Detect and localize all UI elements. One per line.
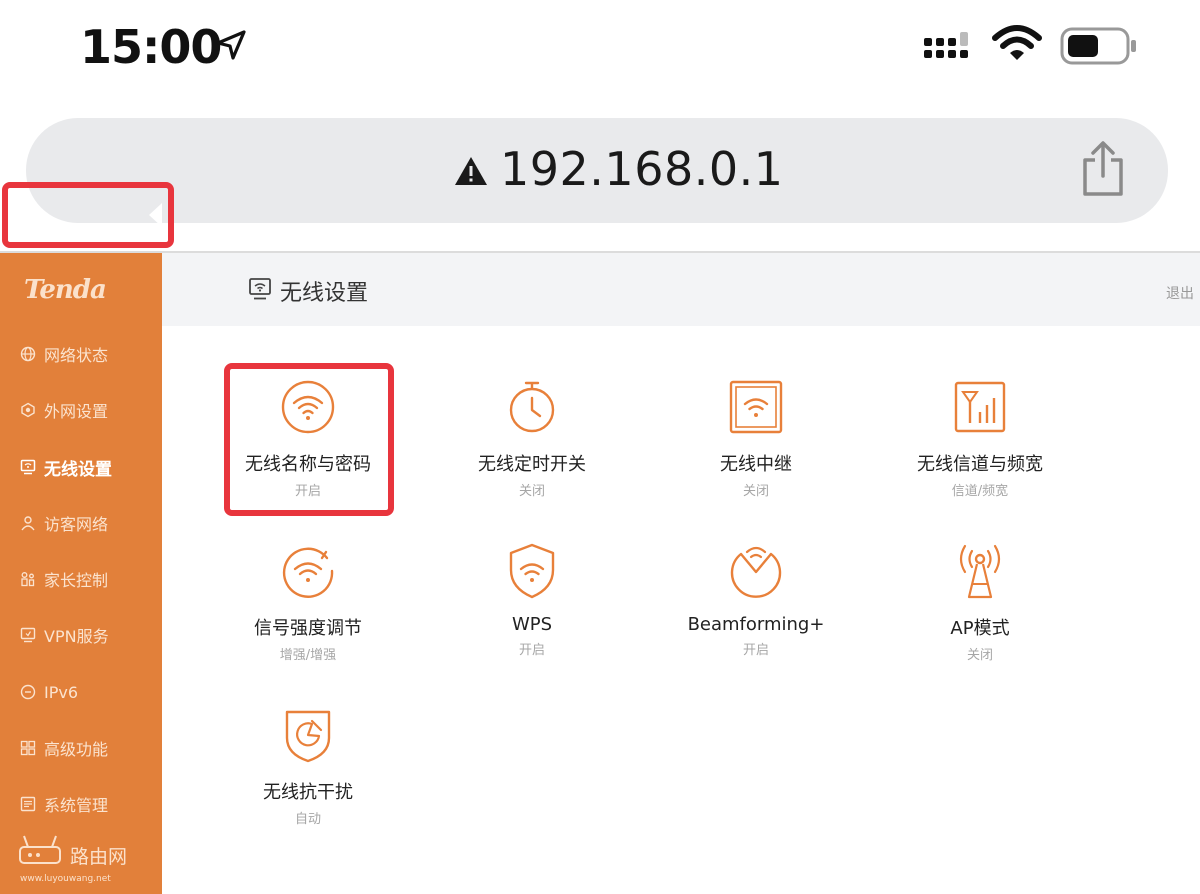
sidebar-item-label: 网络状态 <box>44 346 109 365</box>
wireless-monitor-icon <box>249 278 271 300</box>
tile-signal-strength[interactable]: 信号强度调节 增强/增强 <box>208 542 408 682</box>
tile-beamforming[interactable]: Beamforming+ 开启 <box>656 542 856 682</box>
tile-label: WPS <box>511 614 553 635</box>
sidebar-item-wireless-settings[interactable]: 无线设置 <box>0 441 162 493</box>
wifi-dial-icon <box>282 547 334 598</box>
vpn-monitor-icon <box>20 627 36 643</box>
sidebar-item-parental-control[interactable]: 家长控制 <box>0 553 162 605</box>
share-icon[interactable] <box>1078 140 1128 198</box>
address-bar[interactable]: 192.168.0.1 <box>26 118 1168 223</box>
tile-anti-interference[interactable]: 无线抗干扰 自动 <box>208 706 408 846</box>
tile-status: 关闭 <box>742 484 769 499</box>
sidebar: Tenda 网络状态 外网设置 无线设置 访客网络 家长控制 VPN服务 IPv… <box>0 253 162 894</box>
warning-triangle-icon <box>455 157 487 185</box>
sidebar-item-system-management[interactable]: 系统管理 <box>0 778 162 830</box>
main-header: 无线设置 退出 <box>162 253 1200 326</box>
tile-label: 信号强度调节 <box>254 618 362 639</box>
tile-status: 自动 <box>294 812 321 827</box>
location-arrow-icon <box>216 30 246 60</box>
sidebar-item-advanced[interactable]: 高级功能 <box>0 722 162 774</box>
sidebar-item-network-status[interactable]: 网络状态 <box>0 328 162 380</box>
tile-status: 信道/频宽 <box>951 484 1009 499</box>
antenna-icon <box>959 544 1001 599</box>
tile-label: 无线信道与频宽 <box>917 454 1043 475</box>
sidebar-item-label: 无线设置 <box>44 459 112 480</box>
watermark-logo: 路由网 www.luyouwang.net <box>19 835 127 884</box>
parental-icon <box>21 572 35 587</box>
sidebar-item-ipv6[interactable]: IPv6 <box>0 666 162 718</box>
tile-label: 无线定时开关 <box>478 454 586 475</box>
network-hex-icon <box>21 402 35 418</box>
battery-icon <box>1060 27 1136 65</box>
anti-interference-icon <box>285 710 331 763</box>
sidebar-item-label: 外网设置 <box>44 402 109 421</box>
sidebar-item-label: 高级功能 <box>44 740 109 759</box>
globe-icon <box>20 346 36 362</box>
tile-status: 开启 <box>518 643 545 658</box>
tile-label: 无线抗干扰 <box>263 782 353 803</box>
tile-label: Beamforming+ <box>687 614 825 635</box>
tile-label: 无线中继 <box>720 454 792 475</box>
cellular-signal-icon <box>924 32 968 58</box>
tile-highlight-box <box>224 363 394 516</box>
tile-status: 增强/增强 <box>279 648 337 663</box>
active-item-caret <box>149 203 162 227</box>
tile-wireless-repeater[interactable]: 无线中继 关闭 <box>656 378 856 518</box>
page-title: 无线设置 <box>280 281 369 306</box>
logout-link[interactable]: 退出 <box>1166 283 1200 303</box>
beamforming-icon <box>730 546 782 598</box>
sidebar-item-guest-network[interactable]: 访客网络 <box>0 497 162 549</box>
ipv6-icon <box>20 684 36 700</box>
svg-text:路由网: 路由网 <box>70 846 127 868</box>
svg-text:www.luyouwang.net: www.luyouwang.net <box>20 874 111 884</box>
wireless-monitor-icon <box>20 459 36 475</box>
wifi-square-icon <box>729 380 783 434</box>
grid-icon <box>20 740 36 756</box>
wifi-shield-icon <box>509 543 555 599</box>
tile-status: 关闭 <box>518 484 545 499</box>
url-text[interactable]: 192.168.0.1 <box>500 142 784 196</box>
tile-wps[interactable]: WPS 开启 <box>432 542 632 682</box>
guest-user-icon <box>21 516 35 531</box>
sidebar-item-label: 家长控制 <box>44 571 109 590</box>
brand-logo: Tenda <box>24 275 107 305</box>
tile-channel-bandwidth[interactable]: 无线信道与频宽 信道/频宽 <box>880 378 1080 518</box>
tile-status: 开启 <box>742 643 769 658</box>
tile-wifi-schedule[interactable]: 无线定时开关 关闭 <box>432 378 632 518</box>
status-bar: 15:00 <box>0 0 1200 95</box>
sidebar-item-vpn-service[interactable]: VPN服务 <box>0 609 162 661</box>
status-time: 15:00 <box>80 20 222 74</box>
wifi-icon <box>992 25 1042 60</box>
sidebar-item-wan-settings[interactable]: 外网设置 <box>0 384 162 436</box>
stopwatch-icon <box>509 381 555 433</box>
sidebar-item-label: 访客网络 <box>44 515 109 534</box>
sidebar-item-label: VPN服务 <box>44 627 109 646</box>
tile-ap-mode[interactable]: AP模式 关闭 <box>880 542 1080 682</box>
tile-status: 关闭 <box>966 648 993 663</box>
tile-label: AP模式 <box>950 618 1010 639</box>
channel-bars-icon <box>954 381 1006 433</box>
sidebar-item-label: IPv6 <box>44 682 79 702</box>
system-settings-icon <box>20 796 36 812</box>
sidebar-item-label: 系统管理 <box>44 796 109 815</box>
